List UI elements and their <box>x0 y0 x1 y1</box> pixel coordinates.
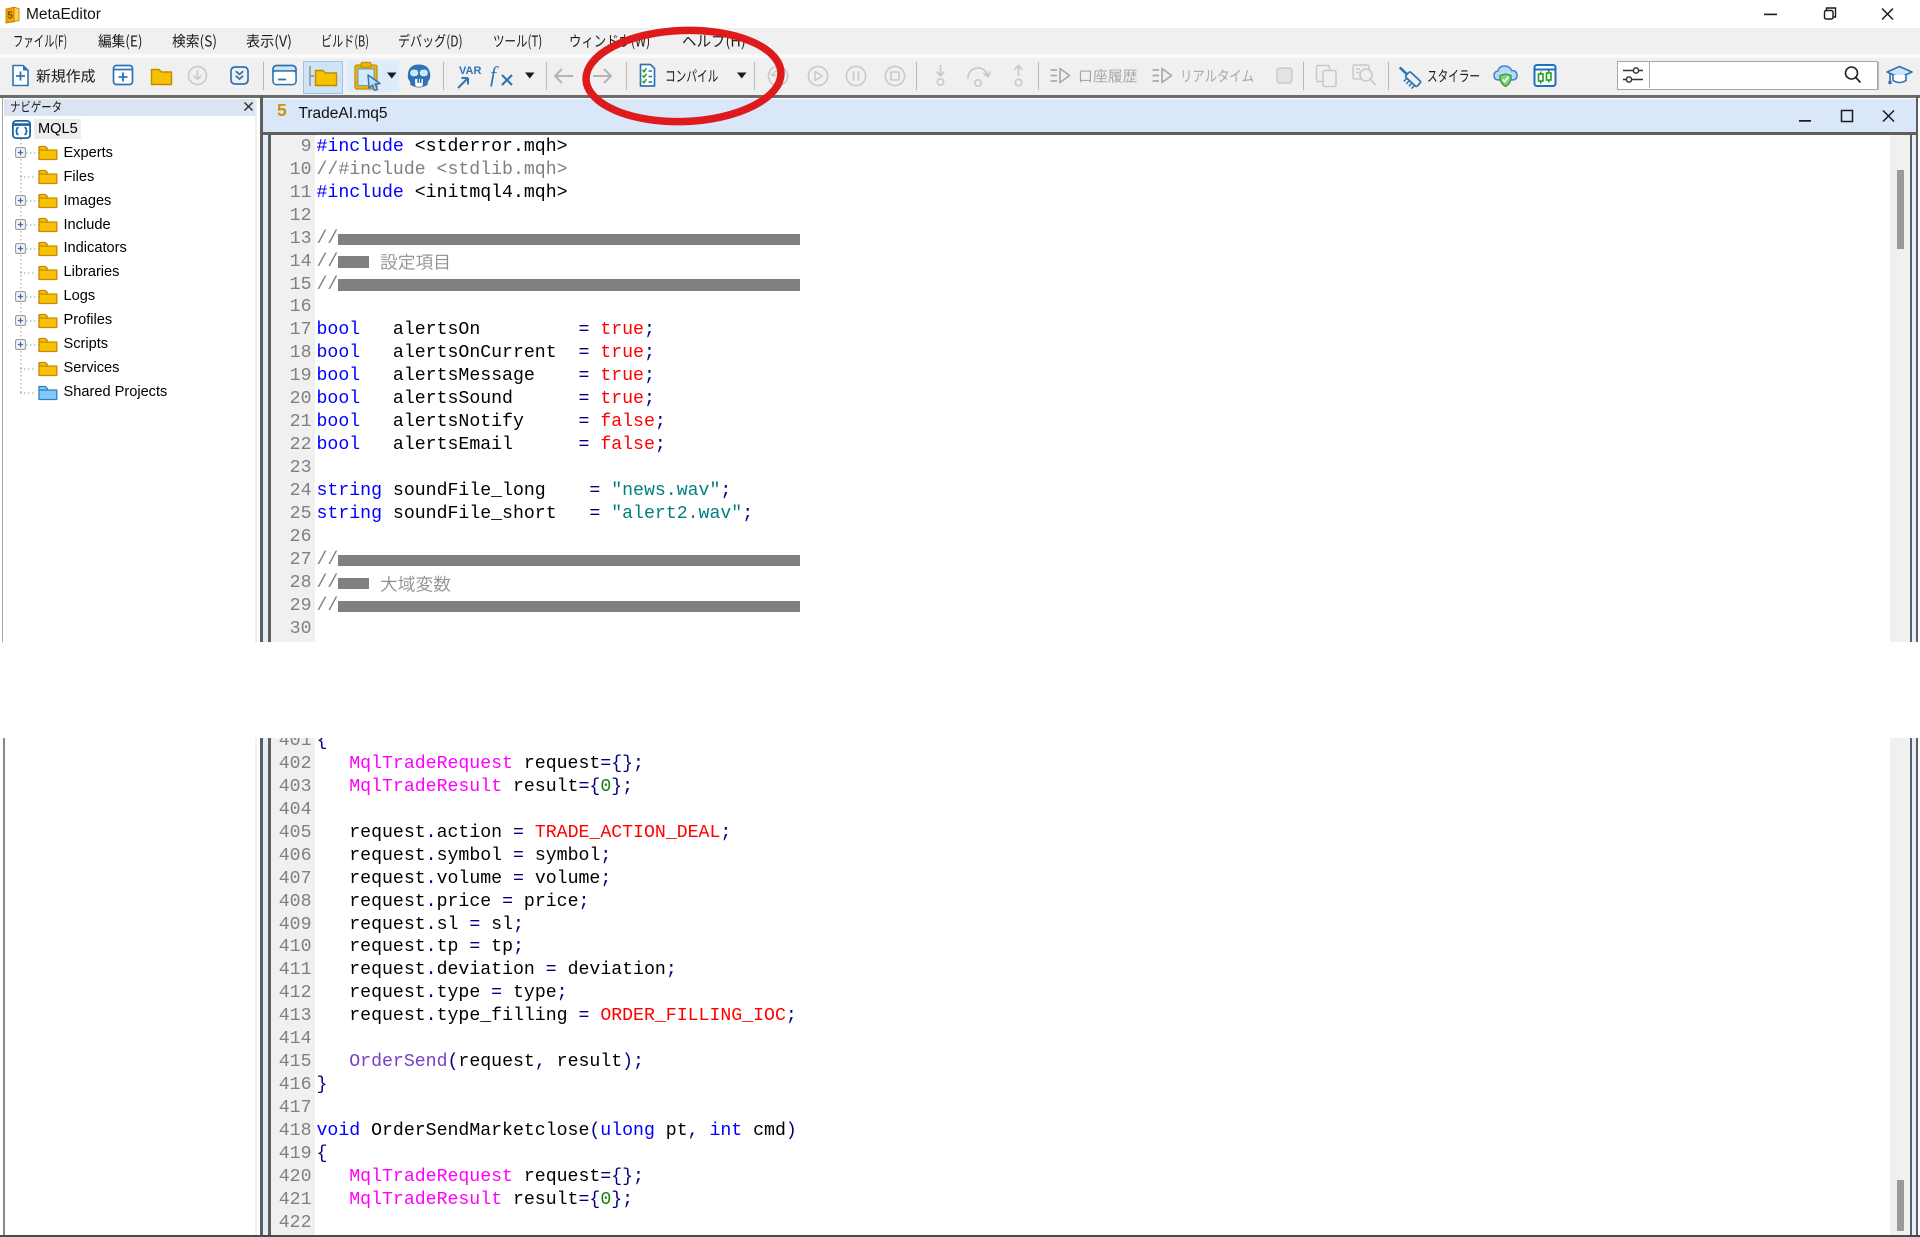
svg-text:f: f <box>490 63 499 87</box>
svg-text:VAR: VAR <box>459 65 481 77</box>
svg-text:5: 5 <box>7 11 13 22</box>
